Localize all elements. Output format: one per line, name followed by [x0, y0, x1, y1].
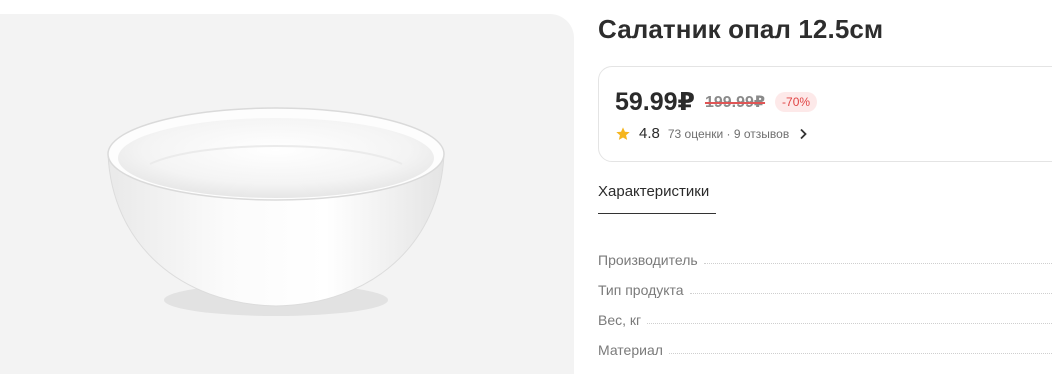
tab-characteristics[interactable]: Характеристики	[598, 178, 716, 214]
chevron-right-icon	[800, 128, 807, 139]
rating-meta: 73 оценки · 9 отзывов	[667, 126, 790, 141]
spec-label: Вес, кг	[598, 312, 642, 328]
price-card: 59.99₽ 199.99₽ -70% 4.8 73 оценки · 9 от…	[598, 66, 1052, 162]
star-icon	[616, 126, 630, 140]
spec-row: Вес, кг	[598, 298, 1052, 328]
spec-row: Материал	[598, 328, 1052, 358]
rating-link[interactable]: 4.8 73 оценки · 9 отзывов	[615, 125, 809, 142]
spec-label: Тип продукта	[598, 282, 684, 298]
dotted-leader	[647, 323, 1052, 324]
spec-label: Материал	[598, 342, 663, 358]
spec-label: Производитель	[598, 252, 698, 268]
rating-value: 4.8	[639, 125, 660, 142]
price-row: 59.99₽ 199.99₽ -70%	[615, 87, 818, 117]
old-price: 199.99₽	[704, 94, 766, 111]
dotted-leader	[689, 293, 1052, 294]
discount-badge: -70%	[775, 92, 818, 112]
product-image[interactable]	[0, 14, 574, 374]
current-price: 59.99₽	[615, 88, 695, 116]
spec-row: Тип продукта	[598, 268, 1052, 298]
product-title: Салатник опал 12.5см	[598, 14, 884, 44]
tabs: Характеристики	[598, 178, 716, 214]
dotted-leader	[668, 353, 1052, 354]
spec-row: Производитель	[598, 238, 1052, 268]
specs-list: Производитель Тип продукта Вес, кг Матер…	[598, 238, 1052, 358]
dotted-leader	[703, 263, 1052, 264]
product-image-gallery[interactable]	[0, 14, 574, 374]
